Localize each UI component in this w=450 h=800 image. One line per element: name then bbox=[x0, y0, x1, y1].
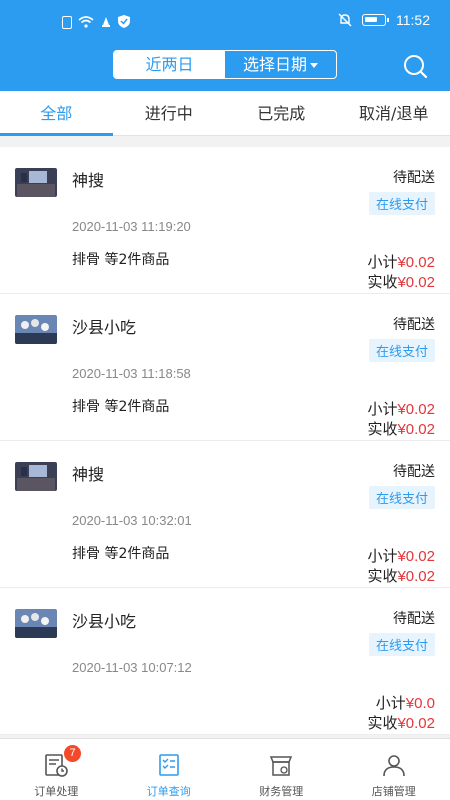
order-list: 神搜 待配送 在线支付 2020-11-03 11:19:20 排骨 等2件商品… bbox=[0, 147, 450, 735]
subtotal-label: 小计 bbox=[375, 694, 406, 712]
payment-badge: 在线支付 bbox=[368, 192, 435, 215]
shop-name: 沙县小吃 bbox=[72, 612, 137, 631]
shop-name: 沙县小吃 bbox=[72, 318, 137, 337]
sim-icon bbox=[62, 16, 72, 29]
nav-label: 店铺管理 bbox=[371, 785, 416, 798]
shop-thumbnail bbox=[15, 315, 57, 344]
payment-badge: 在线支付 bbox=[368, 339, 435, 362]
nav-label: 订单处理 bbox=[34, 785, 79, 798]
shop-name: 神搜 bbox=[72, 171, 105, 190]
paid-label: 实收 bbox=[367, 273, 398, 291]
paid-label: 实收 bbox=[367, 420, 398, 438]
order-goods: 排骨 等2件商品 bbox=[72, 546, 170, 562]
subtotal: 小计¥0.02 bbox=[367, 251, 435, 272]
order-card[interactable]: 沙县小吃 待配送 在线支付 2020-11-03 11:18:58 排骨 等2件… bbox=[0, 294, 450, 441]
order-card[interactable]: 神搜 待配送 在线支付 2020-11-03 11:19:20 排骨 等2件商品… bbox=[0, 147, 450, 294]
select-date-label: 选择日期 bbox=[242, 55, 307, 74]
search-icon[interactable] bbox=[402, 53, 428, 79]
shop-thumbnail bbox=[15, 609, 57, 638]
order-card[interactable]: 神搜 待配送 在线支付 2020-11-03 10:32:01 排骨 等2件商品… bbox=[0, 441, 450, 588]
shop-thumbnail bbox=[15, 168, 57, 197]
subtotal-amount: ¥0.02 bbox=[397, 254, 435, 271]
paid-label: 实收 bbox=[367, 567, 398, 585]
date-range-toggle: 近两日 选择日期 bbox=[113, 50, 337, 79]
order-status: 待配送 bbox=[393, 464, 435, 480]
tab-in-progress[interactable]: 进行中 bbox=[113, 91, 226, 135]
nav-order-query[interactable]: 订单查询 bbox=[113, 739, 226, 800]
order-query-icon bbox=[155, 751, 183, 779]
recent-two-days-tab[interactable]: 近两日 bbox=[114, 51, 225, 78]
subtotal-amount: ¥0.0 bbox=[405, 695, 435, 712]
tab-completed[interactable]: 已完成 bbox=[225, 91, 338, 135]
payment-badge: 在线支付 bbox=[368, 486, 435, 509]
order-card[interactable]: 沙县小吃 待配送 在线支付 2020-11-03 10:07:12 小计¥0.0… bbox=[0, 588, 450, 735]
order-time: 2020-11-03 10:07:12 bbox=[72, 660, 192, 675]
subtotal-label: 小计 bbox=[367, 253, 398, 271]
notification-icon bbox=[100, 13, 112, 32]
order-status: 待配送 bbox=[393, 170, 435, 186]
shield-icon bbox=[118, 13, 130, 32]
subtotal-amount: ¥0.02 bbox=[397, 548, 435, 565]
shop-thumbnail bbox=[15, 462, 57, 491]
nav-label: 财务管理 bbox=[259, 785, 304, 798]
order-goods: 排骨 等2件商品 bbox=[72, 252, 170, 268]
paid-amount-row: 实收¥0.02 bbox=[367, 712, 435, 733]
subtotal: 小计¥0.02 bbox=[367, 398, 435, 419]
order-time: 2020-11-03 11:18:58 bbox=[72, 366, 191, 381]
subtotal-label: 小计 bbox=[367, 400, 398, 418]
store-manage-icon bbox=[380, 751, 408, 779]
mute-icon bbox=[338, 13, 352, 27]
order-time: 2020-11-03 11:19:20 bbox=[72, 219, 191, 234]
order-time: 2020-11-03 10:32:01 bbox=[72, 513, 192, 528]
subtotal-amount: ¥0.02 bbox=[397, 401, 435, 418]
payment-badge: 在线支付 bbox=[368, 633, 435, 656]
order-status: 待配送 bbox=[393, 317, 435, 333]
status-bar: 11:52 bbox=[0, 0, 450, 44]
caret-down-icon bbox=[310, 63, 318, 68]
subtotal: 小计¥0.0 bbox=[376, 692, 435, 713]
paid-amount: ¥0.02 bbox=[397, 421, 435, 438]
order-status: 待配送 bbox=[393, 611, 435, 627]
tab-all[interactable]: 全部 bbox=[0, 91, 113, 136]
paid-amount: ¥0.02 bbox=[397, 568, 435, 585]
wifi-icon bbox=[78, 13, 94, 32]
order-goods: 排骨 等2件商品 bbox=[72, 399, 170, 415]
bottom-nav: 7 订单处理 订单查询 财务管理 店铺管理 bbox=[0, 738, 450, 800]
tab-cancelled-refund[interactable]: 取消/退单 bbox=[338, 91, 450, 135]
nav-label: 订单查询 bbox=[146, 785, 191, 798]
paid-amount-row: 实收¥0.02 bbox=[367, 418, 435, 439]
finance-icon bbox=[267, 751, 295, 779]
paid-amount: ¥0.02 bbox=[397, 715, 435, 732]
battery-icon bbox=[362, 14, 389, 26]
subtotal: 小计¥0.02 bbox=[367, 545, 435, 566]
select-date-dropdown[interactable]: 选择日期 bbox=[225, 51, 336, 78]
nav-store-manage[interactable]: 店铺管理 bbox=[338, 739, 450, 800]
nav-finance[interactable]: 财务管理 bbox=[225, 739, 338, 800]
top-header: 11:52 近两日 选择日期 bbox=[0, 0, 450, 91]
order-count-badge: 7 bbox=[64, 745, 81, 762]
status-time: 11:52 bbox=[396, 12, 430, 28]
paid-amount-row: 实收¥0.02 bbox=[367, 271, 435, 292]
order-status-tabs: 全部 进行中 已完成 取消/退单 bbox=[0, 91, 450, 136]
shop-name: 神搜 bbox=[72, 465, 105, 484]
paid-label: 实收 bbox=[367, 714, 398, 732]
paid-amount: ¥0.02 bbox=[397, 274, 435, 291]
nav-order-process[interactable]: 7 订单处理 bbox=[0, 739, 113, 800]
subtotal-label: 小计 bbox=[367, 547, 398, 565]
paid-amount-row: 实收¥0.02 bbox=[367, 565, 435, 586]
